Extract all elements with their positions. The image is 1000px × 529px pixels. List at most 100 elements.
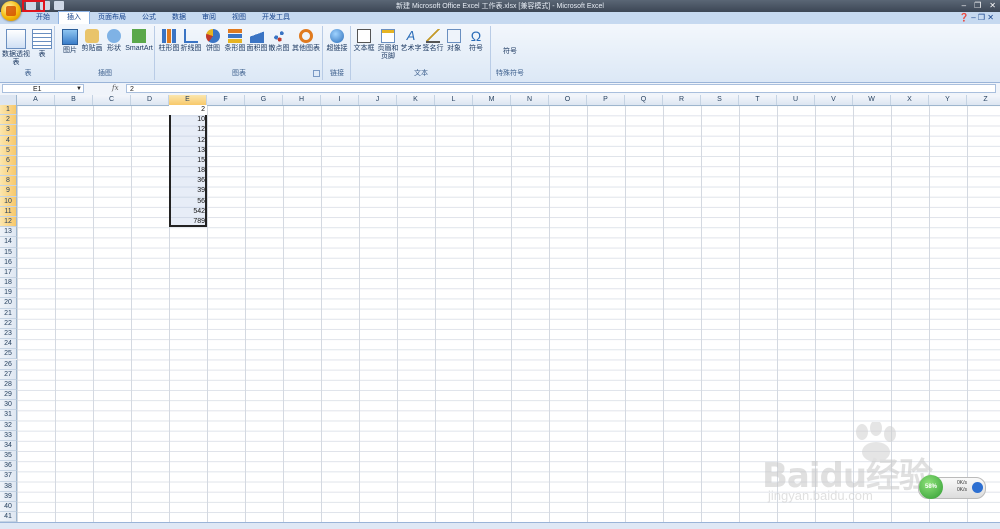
pie-chart-button[interactable]: 饼图 (202, 29, 224, 53)
row-header-5[interactable]: 5 (0, 145, 17, 156)
help-icon[interactable]: ❓ – ❐ ✕ (959, 12, 994, 24)
column-header-y[interactable]: Y (929, 95, 967, 105)
row-header-13[interactable]: 13 (0, 227, 17, 238)
row-header-22[interactable]: 22 (0, 318, 17, 329)
row-header-7[interactable]: 7 (0, 166, 17, 177)
row-header-27[interactable]: 27 (0, 369, 17, 380)
row-header-36[interactable]: 36 (0, 461, 17, 472)
wordart-button[interactable]: A 艺术字 (400, 29, 422, 53)
table-button[interactable]: 表 (28, 29, 56, 59)
scatter-chart-button[interactable]: 散点图 (268, 29, 290, 53)
select-all-corner[interactable] (0, 95, 17, 105)
cell-e12[interactable]: 789 (169, 217, 205, 227)
column-header-c[interactable]: C (93, 95, 131, 105)
tab-formulas[interactable]: 公式 (134, 12, 164, 24)
column-header-z[interactable]: Z (967, 95, 1000, 105)
row-header-9[interactable]: 9 (0, 186, 17, 197)
row-header-8[interactable]: 8 (0, 176, 17, 187)
column-header-f[interactable]: F (207, 95, 245, 105)
cell-e4[interactable]: 12 (169, 136, 205, 146)
column-header-o[interactable]: O (549, 95, 587, 105)
special-symbol-button[interactable]: 符号 (492, 48, 528, 56)
column-header-r[interactable]: R (663, 95, 701, 105)
column-header-s[interactable]: S (701, 95, 739, 105)
chevron-down-icon[interactable]: ▼ (76, 85, 82, 94)
column-header-j[interactable]: J (359, 95, 397, 105)
cell-e11[interactable]: 542 (169, 207, 205, 217)
row-header-16[interactable]: 16 (0, 257, 17, 268)
column-header-q[interactable]: Q (625, 95, 663, 105)
column-header-t[interactable]: T (739, 95, 777, 105)
row-header-29[interactable]: 29 (0, 390, 17, 401)
column-header-u[interactable]: U (777, 95, 815, 105)
row-header-14[interactable]: 14 (0, 237, 17, 248)
tab-page-layout[interactable]: 页面布局 (90, 12, 134, 24)
office-button[interactable] (1, 1, 21, 21)
tab-insert[interactable]: 插入 (58, 11, 90, 25)
hyperlink-button[interactable]: 超链接 (324, 29, 350, 53)
cell-e9[interactable]: 39 (169, 186, 205, 196)
symbol-button[interactable]: Ω 符号 (464, 29, 488, 53)
cell-e3[interactable]: 12 (169, 125, 205, 135)
row-header-6[interactable]: 6 (0, 155, 17, 167)
row-header-15[interactable]: 15 (0, 247, 17, 258)
row-header-3[interactable]: 3 (0, 125, 17, 136)
cell-e2[interactable]: 10 (169, 115, 205, 125)
bar-chart-button[interactable]: 条形图 (224, 29, 246, 53)
cell-e5[interactable]: 13 (169, 146, 205, 156)
row-header-30[interactable]: 30 (0, 400, 17, 411)
cell-e7[interactable]: 18 (169, 166, 205, 176)
name-box[interactable]: E1 ▼ (2, 84, 84, 93)
insert-function-icon[interactable]: fx (112, 84, 119, 93)
column-header-h[interactable]: H (283, 95, 321, 105)
cell-e8[interactable]: 36 (169, 176, 205, 186)
tab-data[interactable]: 数据 (164, 12, 194, 24)
row-header-18[interactable]: 18 (0, 278, 17, 289)
row-header-4[interactable]: 4 (0, 135, 17, 146)
column-chart-button[interactable]: 柱形图 (158, 29, 180, 53)
other-charts-button[interactable]: 其他图表 (292, 29, 320, 53)
column-header-x[interactable]: X (891, 95, 929, 105)
column-header-l[interactable]: L (435, 95, 473, 105)
column-header-n[interactable]: N (511, 95, 549, 105)
row-header-31[interactable]: 31 (0, 410, 17, 421)
row-header-28[interactable]: 28 (0, 379, 17, 391)
row-header-32[interactable]: 32 (0, 420, 17, 431)
column-header-b[interactable]: B (55, 95, 93, 105)
row-header-41[interactable]: 41 (0, 512, 17, 522)
row-header-10[interactable]: 10 (0, 196, 17, 207)
column-header-e[interactable]: E (169, 95, 207, 105)
row-header-23[interactable]: 23 (0, 328, 17, 340)
tab-home[interactable]: 开始 (28, 12, 58, 24)
speed-widget-icon[interactable] (972, 482, 983, 493)
row-header-24[interactable]: 24 (0, 339, 17, 350)
row-header-35[interactable]: 35 (0, 451, 17, 462)
row-header-19[interactable]: 19 (0, 288, 17, 299)
tab-review[interactable]: 审阅 (194, 12, 224, 24)
column-header-m[interactable]: M (473, 95, 511, 105)
network-speed-widget[interactable]: 58% 0K/s 0K/s (918, 475, 986, 499)
row-header-40[interactable]: 40 (0, 502, 17, 513)
minimize-button[interactable]: – (962, 1, 966, 10)
cell-e1[interactable]: 2 (169, 105, 205, 115)
column-header-i[interactable]: I (321, 95, 359, 105)
cell-e10[interactable]: 56 (169, 197, 205, 207)
row-header-33[interactable]: 33 (0, 430, 17, 441)
redo-icon[interactable] (54, 1, 64, 10)
row-header-26[interactable]: 26 (0, 359, 17, 370)
column-header-v[interactable]: V (815, 95, 853, 105)
signature-line-button[interactable]: 签名行 (422, 29, 444, 53)
row-header-39[interactable]: 39 (0, 491, 17, 502)
row-header-1[interactable]: 1 (0, 105, 17, 116)
row-header-20[interactable]: 20 (0, 298, 17, 309)
column-header-a[interactable]: A (17, 95, 55, 105)
pivot-table-button[interactable]: 数据透视表 (2, 29, 30, 67)
row-header-21[interactable]: 21 (0, 308, 17, 319)
cell-e6[interactable]: 15 (169, 156, 205, 166)
line-chart-button[interactable]: 折线图 (180, 29, 202, 53)
row-header-25[interactable]: 25 (0, 349, 17, 360)
row-header-17[interactable]: 17 (0, 267, 17, 279)
row-header-11[interactable]: 11 (0, 206, 17, 217)
restore-button[interactable]: ❐ (974, 1, 981, 10)
textbox-button[interactable]: 文本框 (352, 29, 376, 53)
